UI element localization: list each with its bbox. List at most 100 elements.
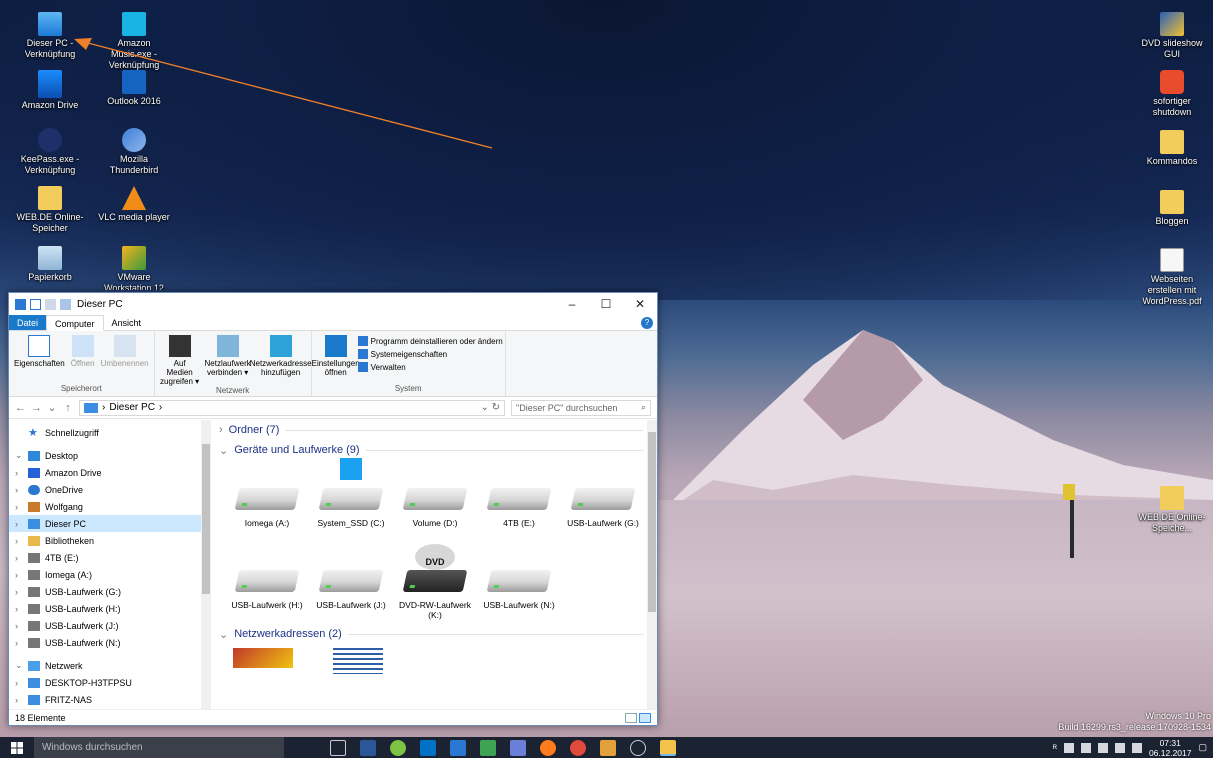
nav-item[interactable]: › USB-Laufwerk (N:) — [9, 634, 211, 651]
nav-item[interactable]: › DESKTOP-H3TFPSU — [9, 674, 211, 691]
nav-item[interactable]: ⌄ Desktop — [9, 447, 211, 464]
desktop-icon-amazon-music[interactable]: Amazon Music.exe - Verknüpfung — [98, 12, 170, 71]
tray-app-icon[interactable] — [1080, 742, 1091, 753]
drive-item[interactable]: USB-Laufwerk (G:) — [561, 460, 645, 542]
up-icon[interactable]: ↑ — [63, 402, 73, 414]
nav-item[interactable]: › USB-Laufwerk (G:) — [9, 583, 211, 600]
items-scrollbar[interactable] — [647, 420, 657, 709]
details-view-icon[interactable] — [625, 712, 637, 723]
minimize-button[interactable]: – — [555, 293, 589, 315]
thunderbird-icon[interactable] — [510, 739, 526, 756]
nav-item[interactable]: › Iomega (A:) — [9, 566, 211, 583]
scrollbar-thumb[interactable] — [202, 444, 210, 594]
maximize-button[interactable]: ☐ — [589, 293, 623, 315]
chevron-icon[interactable]: › — [15, 519, 23, 529]
desktop-icon-keepass[interactable]: KeePass.exe - Verknüpfung — [14, 128, 86, 176]
uninstall-program-button[interactable]: Programm deinstallieren oder ändern — [357, 336, 503, 346]
close-button[interactable]: ✕ — [623, 293, 657, 315]
drive-item[interactable]: USB-Laufwerk (N:) — [477, 542, 561, 624]
address-field[interactable]: › Dieser PC › ⌄ ↻ — [79, 399, 505, 416]
help-icon[interactable]: ? — [641, 317, 653, 329]
chevron-icon[interactable]: › — [15, 604, 23, 614]
search-input[interactable]: "Dieser PC" durchsuchen ⌕ — [511, 399, 651, 416]
nav-item[interactable]: › USB-Laufwerk (J:) — [9, 617, 211, 634]
start-button[interactable] — [0, 737, 34, 758]
drive-item[interactable]: USB-Laufwerk (J:) — [309, 542, 393, 624]
desktop-icon-bloggen[interactable]: Bloggen — [1136, 190, 1208, 227]
refresh-icon[interactable]: ⌄ ↻ — [480, 402, 500, 413]
tab-view[interactable]: Ansicht — [104, 315, 150, 330]
back-icon[interactable]: ← — [15, 402, 26, 414]
firefox-icon[interactable] — [540, 739, 556, 756]
desktop-icon-dieser-pc[interactable]: Dieser PC - Verknüpfung — [14, 12, 86, 60]
drive-item[interactable]: 4TB (E:) — [477, 460, 561, 542]
chevron-icon[interactable]: › — [15, 536, 23, 546]
properties-icon[interactable] — [30, 298, 41, 310]
drive-item[interactable]: USB-Laufwerk (H:) — [225, 542, 309, 624]
drive-item[interactable]: Iomega (A:) — [225, 460, 309, 542]
network-icon[interactable] — [1114, 742, 1125, 753]
nav-scrollbar[interactable] — [201, 420, 211, 709]
tray-app-icon[interactable] — [1063, 742, 1074, 753]
open-settings-button[interactable]: Einstellungen öffnen — [312, 333, 360, 377]
desktop-icon-wordpress-pdf[interactable]: Webseiten erstellen mit WordPress.pdf — [1136, 248, 1208, 307]
manage-button[interactable]: Verwalten — [357, 362, 503, 372]
tray-app-icon[interactable] — [1097, 742, 1108, 753]
network-location-fritz[interactable] — [233, 648, 293, 668]
network-location-nas[interactable] — [333, 648, 383, 674]
file-explorer-icon[interactable] — [660, 739, 676, 756]
chevron-icon[interactable]: › — [15, 587, 23, 597]
word-icon[interactable] — [360, 739, 376, 756]
open-button[interactable]: Öffnen — [68, 333, 98, 368]
image-editor-icon[interactable] — [480, 739, 496, 756]
desktop-icon-shutdown[interactable]: sofortiger shutdown — [1136, 70, 1208, 118]
nav-item[interactable]: › Amazon Drive — [9, 464, 211, 481]
recent-chevron-icon[interactable]: ⌄ — [47, 401, 57, 414]
nav-item[interactable]: › Wolfgang — [9, 498, 211, 515]
outlook-icon[interactable] — [420, 739, 436, 756]
desktop-icon-thunderbird[interactable]: Mozilla Thunderbird — [98, 128, 170, 176]
taskbar-search[interactable]: Windows durchsuchen — [34, 737, 284, 758]
forward-icon[interactable]: → — [31, 402, 42, 414]
drive-item[interactable]: DVD DVD-RW-Laufwerk (K:) — [393, 542, 477, 624]
desktop-icon-webde[interactable]: WEB.DE Online-Speicher — [14, 186, 86, 234]
tab-computer[interactable]: Computer — [46, 315, 104, 331]
properties-button[interactable]: Eigenschaften — [11, 333, 68, 368]
section-devices[interactable]: ⌄ Geräte und Laufwerke (9) — [211, 440, 657, 460]
nav-item[interactable]: › FRITZ-NAS — [9, 691, 211, 708]
task-view-icon[interactable] — [330, 739, 346, 756]
desktop-icon-webde-right[interactable]: WEB.DE Online-Speiche... — [1136, 486, 1208, 534]
nav-item[interactable]: › 4TB (E:) — [9, 549, 211, 566]
chevron-icon[interactable]: › — [15, 638, 23, 648]
tab-file[interactable]: Datei — [9, 315, 47, 330]
nav-item[interactable]: › OneDrive — [9, 481, 211, 498]
save-icon[interactable] — [450, 739, 466, 756]
desktop-icon-kommandos[interactable]: Kommandos — [1136, 130, 1208, 167]
chevron-icon[interactable]: › — [15, 570, 23, 580]
large-icons-view-icon[interactable] — [639, 712, 651, 723]
undo-icon[interactable] — [60, 298, 71, 310]
new-folder-icon[interactable] — [45, 298, 56, 310]
nav-item[interactable]: › Dieser PC — [9, 515, 211, 532]
add-network-location-button[interactable]: Netzwerkadresse hinzufügen — [250, 333, 312, 377]
drive-item[interactable]: Volume (D:) — [393, 460, 477, 542]
chevron-icon[interactable]: › — [15, 468, 23, 478]
chevron-icon[interactable]: › — [15, 695, 23, 705]
desktop-icon-vmware[interactable]: VMware Workstation 12 Player — [98, 246, 170, 290]
chevron-icon[interactable]: ⌄ — [15, 660, 23, 671]
chevron-icon[interactable]: › — [15, 502, 23, 512]
chevron-icon[interactable]: › — [15, 621, 23, 631]
desktop-icon-amazon-drive[interactable]: Amazon Drive — [14, 70, 86, 111]
desktop-icon-papierkorb[interactable]: Papierkorb — [14, 246, 86, 283]
section-network-locations[interactable]: ⌄ Netzwerkadressen (2) — [211, 624, 657, 644]
media-access-button[interactable]: Auf Medien zugreifen ▾ — [157, 333, 203, 386]
chevron-icon[interactable]: › — [15, 485, 23, 495]
nav-item[interactable]: › USB-Laufwerk (H:) — [9, 600, 211, 617]
volume-icon[interactable] — [1131, 742, 1142, 753]
nav-item[interactable]: ⌄ Netzwerk — [9, 657, 211, 674]
rename-button[interactable]: Umbenennen — [98, 333, 152, 368]
desktop-icon-dvd-slideshow[interactable]: DVD slideshow GUI — [1136, 12, 1208, 60]
nav-item[interactable]: › Bibliotheken — [9, 532, 211, 549]
chevron-icon[interactable]: › — [15, 678, 23, 688]
people-icon[interactable]: ᴿ — [1053, 743, 1057, 753]
